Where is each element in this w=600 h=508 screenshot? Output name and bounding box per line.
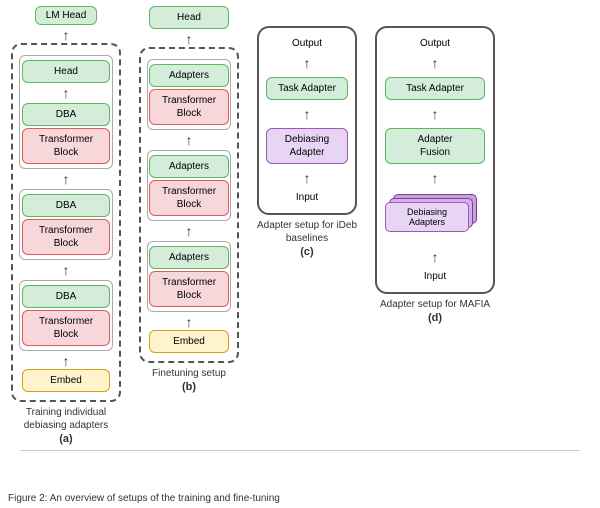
- caption-a: Training individual debiasing adapters (…: [11, 406, 121, 446]
- arrow-c-bot: ↑: [304, 171, 311, 185]
- arrow-b-top: ↑: [186, 32, 193, 46]
- group-top-a: Head ↑ DBA TransformerBlock: [19, 55, 113, 169]
- panel-c: Output ↑ Task Adapter ↑ DebiasingAdapter…: [252, 26, 362, 259]
- group-mid-a: DBA TransformerBlock: [19, 189, 113, 260]
- caption-c: Adapter setup for iDeb baselines (c): [255, 219, 360, 259]
- arrow-d-top: ↑: [432, 56, 439, 70]
- panel-d: Output ↑ Task Adapter ↑ AdapterFusion ↑ …: [370, 26, 500, 325]
- transformer-block-b2: TransformerBlock: [149, 180, 229, 216]
- arrow-a-mid: ↑: [63, 172, 70, 186]
- arrow-d-bot: ↑: [432, 250, 439, 264]
- transformer-block-b1: TransformerBlock: [149, 89, 229, 125]
- arrow-b-mid2: ↑: [186, 224, 193, 238]
- panel-b-dashed: Adapters TransformerBlock ↑ Adapters Tra…: [139, 47, 239, 363]
- group-mid-b: Adapters TransformerBlock: [147, 150, 231, 221]
- transformer-block-a3: TransformerBlock: [22, 310, 110, 346]
- arrow-c-mid: ↑: [304, 107, 311, 121]
- debiasing-adapter-block-c: DebiasingAdapter: [266, 128, 348, 164]
- arrow-c-top: ↑: [304, 56, 311, 70]
- input-label-c: Input: [296, 192, 318, 203]
- transformer-block-b3: TransformerBlock: [149, 271, 229, 307]
- arrow-a-g1: ↑: [63, 86, 70, 100]
- head-block-b-outer: Head: [149, 6, 229, 29]
- panel-a-dashed: Head ↑ DBA TransformerBlock ↑ DBA Transf…: [11, 43, 121, 402]
- dba-block-a2: DBA: [22, 194, 110, 217]
- embed-block-a: Embed: [22, 369, 110, 392]
- transformer-block-a1: TransformerBlock: [22, 128, 110, 164]
- task-adapter-block-c: Task Adapter: [266, 77, 348, 100]
- adapters-block-b3: Adapters: [149, 246, 229, 269]
- arrow-up-a1: ↑: [63, 28, 70, 42]
- panel-d-solid: Output ↑ Task Adapter ↑ AdapterFusion ↑ …: [375, 26, 495, 294]
- panel-a: LM Head ↑ Head ↑ DBA TransformerBlock ↑ …: [6, 6, 126, 446]
- output-label-d: Output: [420, 38, 450, 49]
- head-block-a: Head: [22, 60, 110, 83]
- lm-head-block: LM Head: [35, 6, 98, 25]
- adapters-block-b1: Adapters: [149, 64, 229, 87]
- figure-caption: Figure 2: An overview of setups of the t…: [8, 492, 592, 506]
- arrow-a-embed: ↑: [63, 354, 70, 368]
- dba-block-a1: DBA: [22, 103, 110, 126]
- caption-b: Finetuning setup (b): [152, 367, 226, 394]
- arrow-d-mid2: ↑: [432, 171, 439, 185]
- input-label-d: Input: [424, 271, 446, 282]
- stacked-adapters-container: DebiasingAdapters: [385, 194, 485, 236]
- panel-b: Head ↑ Adapters TransformerBlock ↑ Adapt…: [134, 6, 244, 394]
- arrow-a-bot: ↑: [63, 263, 70, 277]
- embed-block-b: Embed: [149, 330, 229, 353]
- group-bot-a: DBA TransformerBlock: [19, 280, 113, 351]
- arrow-b-embed: ↑: [186, 315, 193, 329]
- panel-c-solid: Output ↑ Task Adapter ↑ DebiasingAdapter…: [257, 26, 357, 215]
- separator-line: [20, 450, 580, 451]
- group-top-b: Adapters TransformerBlock: [147, 59, 231, 130]
- output-label-c: Output: [292, 38, 322, 49]
- arrow-b-mid1: ↑: [186, 133, 193, 147]
- task-adapter-block-d: Task Adapter: [385, 77, 485, 100]
- transformer-block-a2: TransformerBlock: [22, 219, 110, 255]
- debiasing-adapters-block-d: DebiasingAdapters: [385, 202, 469, 232]
- group-bot-b: Adapters TransformerBlock: [147, 241, 231, 312]
- adapter-fusion-block-d: AdapterFusion: [385, 128, 485, 164]
- arrow-d-mid1: ↑: [432, 107, 439, 121]
- adapters-block-b2: Adapters: [149, 155, 229, 178]
- caption-d: Adapter setup for MAFIA (d): [380, 298, 490, 325]
- dba-block-a3: DBA: [22, 285, 110, 308]
